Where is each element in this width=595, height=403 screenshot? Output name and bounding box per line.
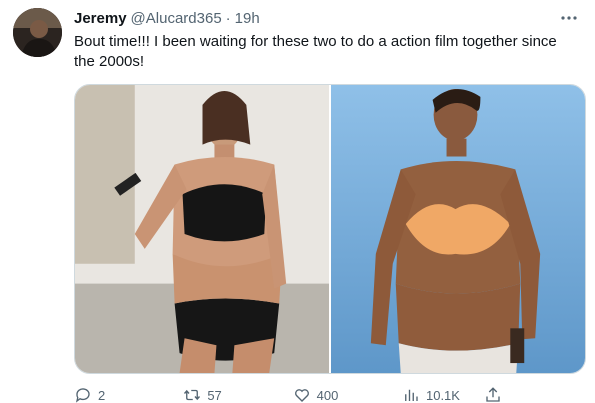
retweet-button[interactable]: 57: [183, 386, 283, 403]
tweet-header: Jeremy @Alucard365 · 19h: [74, 10, 260, 30]
share-button[interactable]: [484, 386, 502, 403]
views-count: 10.1K: [425, 387, 460, 403]
reply-icon: [75, 388, 90, 403]
like-button[interactable]: 400: [293, 386, 393, 403]
retweet-count: 57: [207, 387, 222, 403]
right-photo[interactable]: [331, 85, 585, 373]
separator-dot: ·: [225, 10, 231, 27]
timestamp[interactable]: 19h: [235, 10, 260, 27]
views-icon: [405, 389, 418, 401]
tweet[interactable]: Jeremy @Alucard365 · 19h Bout time!!! I …: [0, 0, 595, 403]
like-icon: [294, 389, 309, 402]
action-bar: 2 57 400 10.1K: [74, 386, 586, 403]
more-horizontal-icon: [561, 16, 577, 20]
retweet-icon: [184, 389, 201, 401]
reply-count: 2: [98, 387, 106, 403]
author-handle[interactable]: @Alucard365: [131, 10, 222, 27]
like-count: 400: [316, 387, 339, 403]
author-name[interactable]: Jeremy: [74, 10, 127, 27]
tweet-text: Bout time!!! I been waiting for these tw…: [74, 33, 557, 70]
avatar[interactable]: [13, 8, 62, 57]
share-icon: [486, 387, 500, 402]
more-options-button[interactable]: [557, 8, 581, 28]
media-grid: [74, 84, 586, 374]
reply-button[interactable]: 2: [74, 386, 174, 403]
left-photo[interactable]: [75, 85, 329, 373]
